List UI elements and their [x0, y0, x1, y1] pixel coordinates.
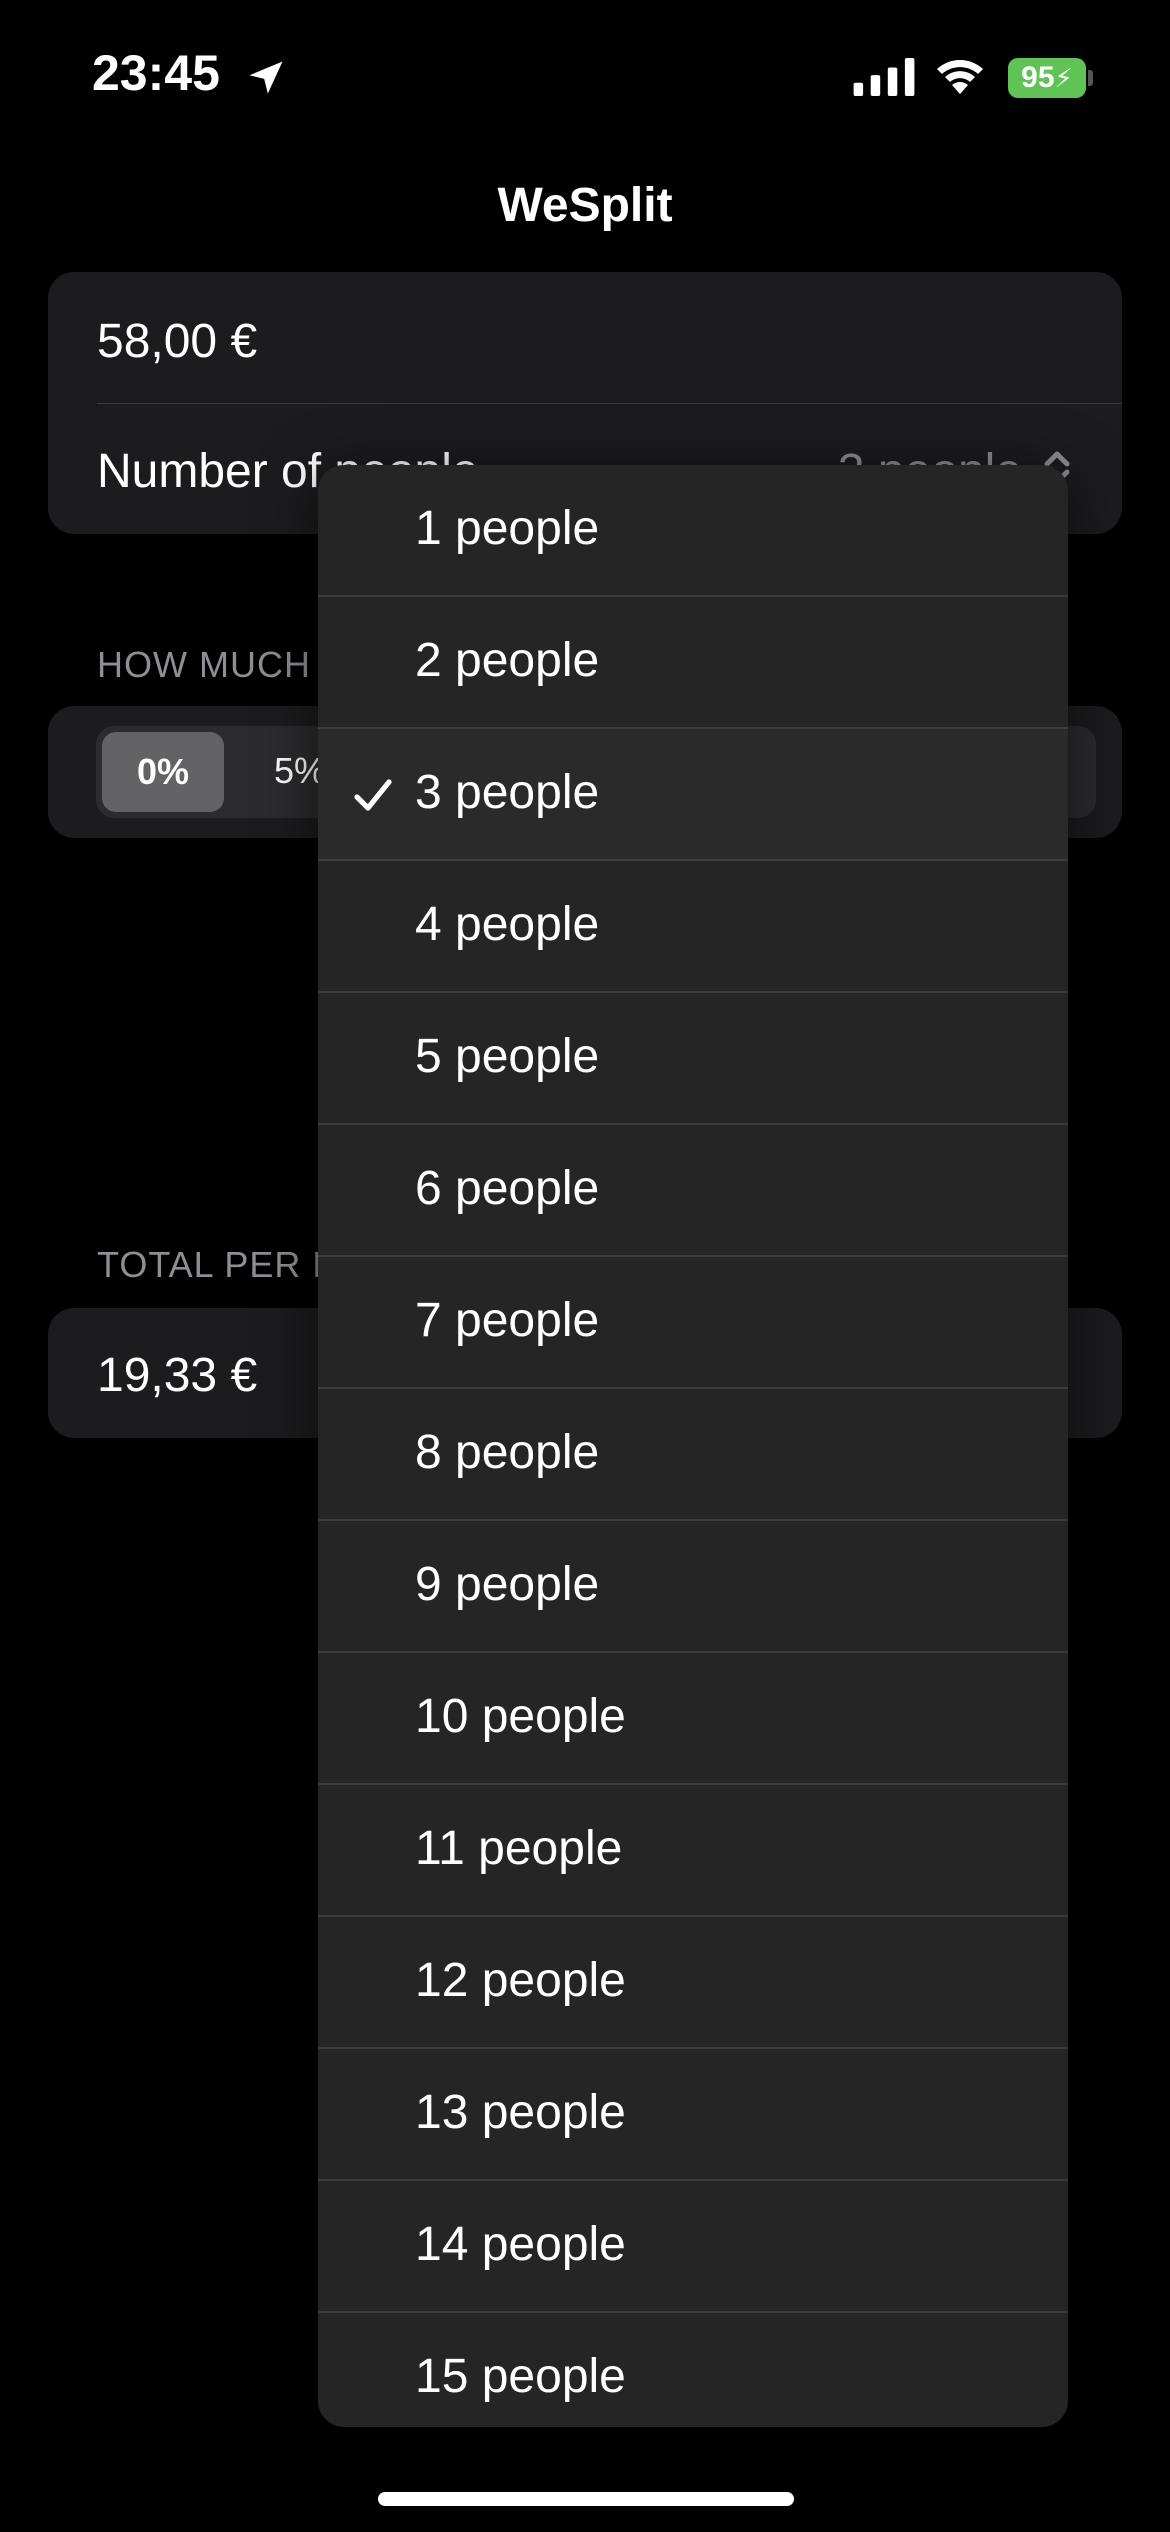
menu-item-label: 5 people — [415, 1030, 600, 1083]
menu-item-label: 6 people — [415, 1162, 600, 1215]
battery-tip — [1088, 70, 1093, 86]
location-arrow-icon — [249, 61, 283, 94]
menu-item[interactable]: 12 people — [318, 1917, 1068, 2049]
wifi-icon — [937, 60, 983, 94]
amount-field[interactable]: 58,00 € — [97, 314, 257, 369]
menu-item[interactable]: 4 people — [318, 861, 1068, 993]
page-title: WeSplit — [497, 179, 673, 232]
menu-item[interactable]: 13 people — [318, 2049, 1068, 2181]
menu-item-label: 13 people — [415, 2086, 626, 2139]
home-indicator[interactable] — [378, 2492, 794, 2506]
battery-charging-icon: 95 ⚡ — [1008, 58, 1086, 98]
menu-item-label: 4 people — [415, 898, 600, 951]
menu-item-label: 7 people — [415, 1294, 600, 1347]
cellular-signal-icon — [853, 58, 915, 96]
menu-item-label: 8 people — [415, 1426, 600, 1479]
menu-item[interactable]: 11 people — [318, 1785, 1068, 1917]
menu-item[interactable]: 14 people — [318, 2181, 1068, 2313]
menu-item-label: 9 people — [415, 1558, 600, 1611]
status-time: 23:45 — [92, 45, 220, 101]
menu-item-label: 14 people — [415, 2218, 626, 2271]
row-divider — [97, 403, 1122, 404]
checkmark-icon — [354, 779, 392, 811]
menu-item[interactable]: 15 people — [318, 2313, 1068, 2427]
menu-item[interactable]: 2 people — [318, 597, 1068, 729]
status-bar: 23:45 95 ⚡ — [0, 0, 1170, 150]
menu-item-label: 3 people — [415, 766, 600, 819]
menu-item[interactable]: 9 people — [318, 1521, 1068, 1653]
menu-item-label: 2 people — [415, 634, 600, 687]
battery-level: 95 — [1021, 61, 1055, 94]
tip-option-selected[interactable]: 0% — [102, 732, 224, 812]
menu-item[interactable]: 7 people — [318, 1257, 1068, 1389]
people-picker-menu: 1 people 2 people 3 people 4 people 5 people… — [318, 465, 1068, 2427]
menu-item[interactable]: 10 people — [318, 1653, 1068, 1785]
total-section-header: TOTAL PER P — [97, 1244, 338, 1285]
tip-section-header: HOW MUCH — [97, 644, 311, 685]
menu-item[interactable]: 6 people — [318, 1125, 1068, 1257]
menu-item[interactable]: 8 people — [318, 1389, 1068, 1521]
menu-item[interactable]: 1 people — [318, 465, 1068, 597]
menu-item[interactable]: 3 people — [318, 729, 1068, 861]
menu-item-label: 11 people — [415, 1822, 623, 1875]
menu-item-label: 1 people — [415, 502, 600, 555]
menu-item[interactable]: 5 people — [318, 993, 1068, 1125]
menu-item-label: 15 people — [415, 2350, 626, 2403]
menu-item-label: 12 people — [415, 1954, 626, 2007]
menu-item-label: 10 people — [415, 1690, 626, 1743]
total-per-person-value: 19,33 € — [97, 1349, 258, 1402]
